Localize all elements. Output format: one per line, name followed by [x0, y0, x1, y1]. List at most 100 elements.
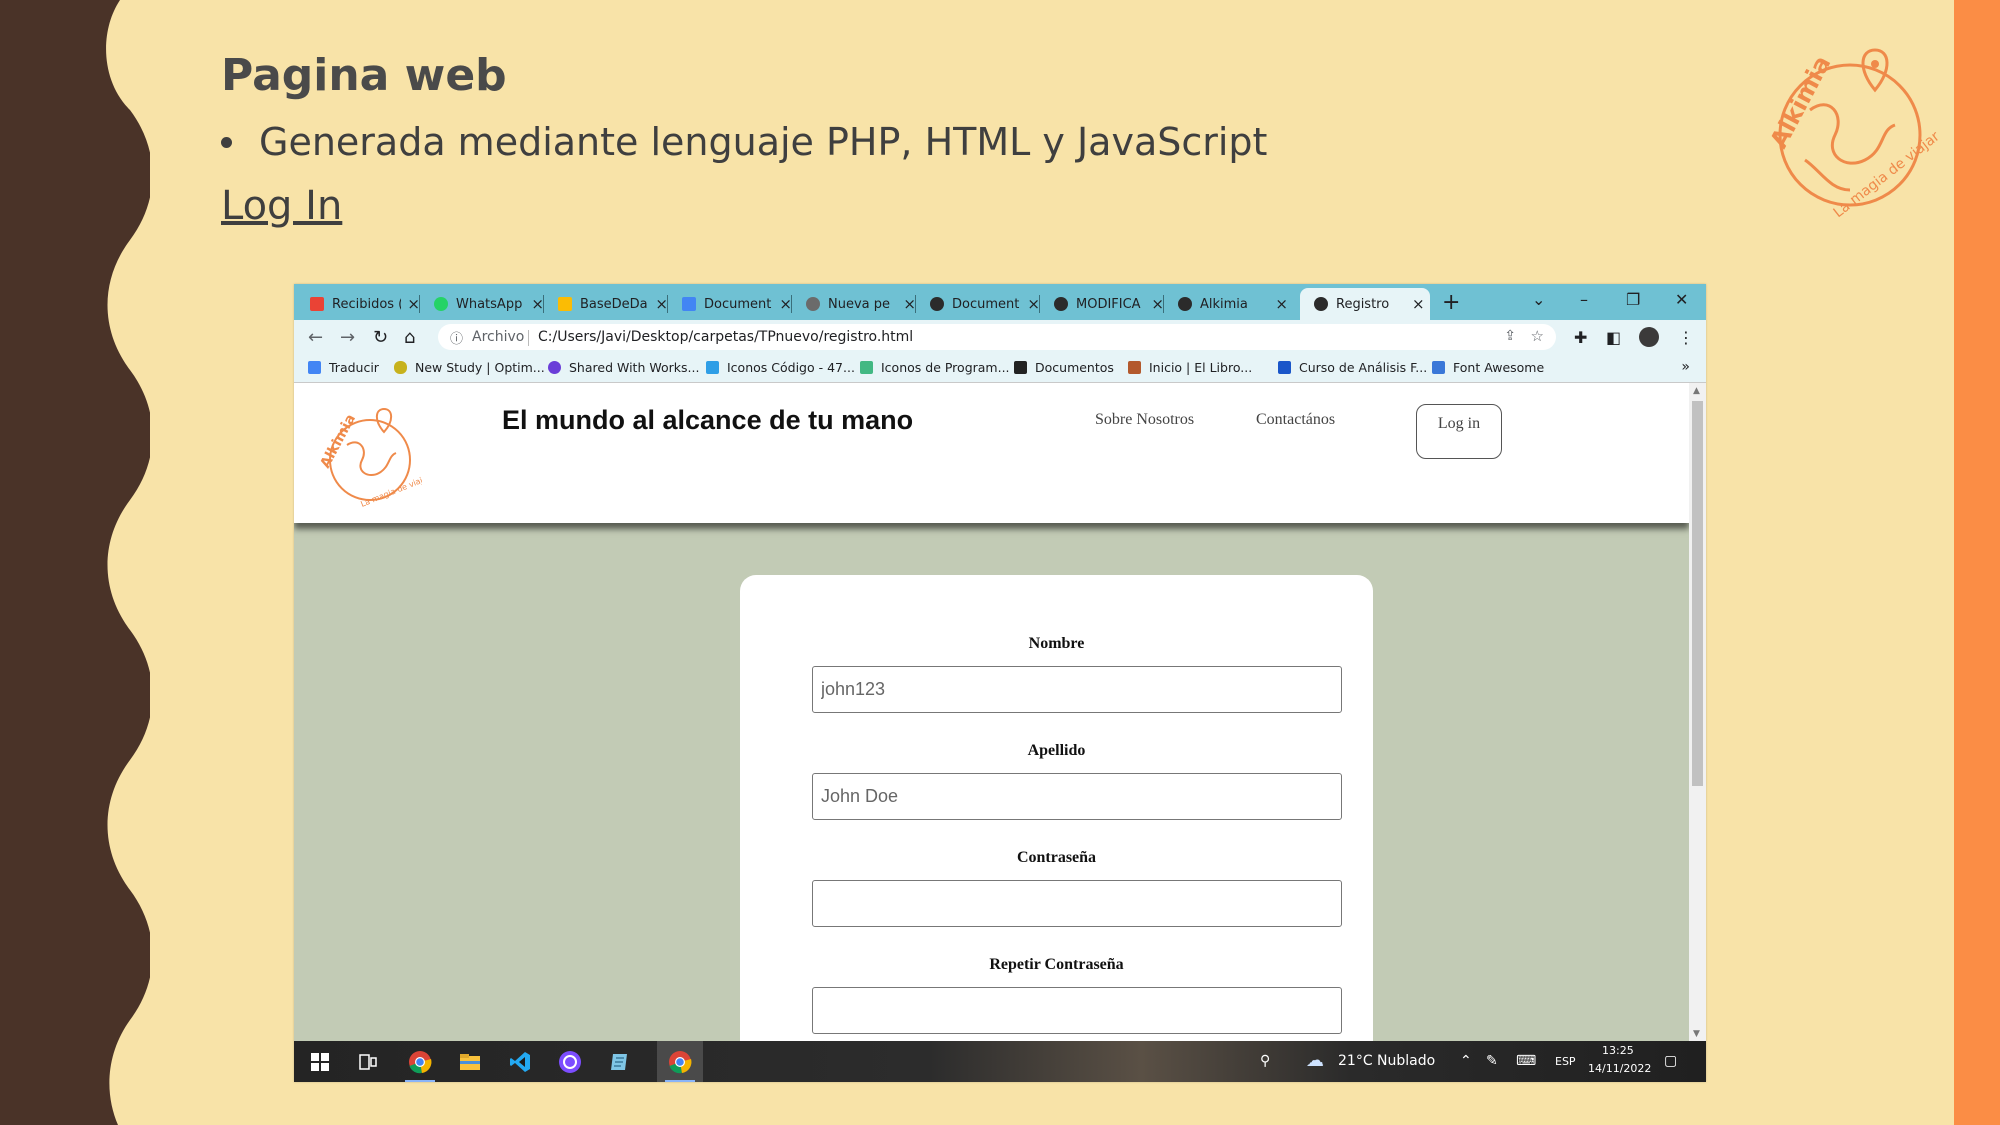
whatsapp-icon — [434, 297, 448, 311]
close-icon[interactable]: × — [1412, 295, 1425, 313]
scroll-up-icon[interactable]: ▲ — [1693, 386, 1700, 396]
info-icon[interactable]: ⓘ — [450, 328, 463, 347]
language-indicator[interactable]: ESP — [1555, 1055, 1576, 1068]
people-icon[interactable]: ⚲ — [1260, 1053, 1270, 1069]
tab-label: Recibidos ( — [332, 296, 402, 312]
more-bookmarks-icon[interactable]: » — [1681, 359, 1690, 375]
tab-nueva-pestana[interactable]: Nueva pe × — [792, 288, 916, 320]
registration-form: Nombre Apellido Contraseña Repetir Contr… — [740, 575, 1373, 1041]
tab-basededatos[interactable]: BaseDeDa × — [544, 288, 668, 320]
tab-modifica[interactable]: MODIFICA × — [1040, 288, 1164, 320]
bookmark-item[interactable]: Iconos de Program... — [860, 360, 1010, 375]
corner-logo-text: Alkimia — [1765, 51, 1837, 153]
chrome-profile-icon — [669, 1051, 692, 1074]
profile-avatar[interactable] — [1639, 327, 1659, 347]
tab-search-chevron-icon[interactable]: ⌄ — [1532, 290, 1545, 309]
tab-whatsapp[interactable]: WhatsApp × — [420, 288, 544, 320]
course-icon — [1278, 361, 1291, 374]
active-chrome-window[interactable] — [657, 1041, 703, 1082]
scroll-thumb[interactable] — [1692, 401, 1703, 786]
cloud-icon: ☁ — [1306, 1050, 1324, 1071]
apellido-input[interactable] — [812, 773, 1342, 820]
tab-alkimia[interactable]: Alkimia × — [1164, 288, 1288, 320]
nombre-input[interactable] — [812, 666, 1342, 713]
menu-kebab-icon[interactable]: ⋮ — [1678, 328, 1694, 347]
password-input[interactable] — [812, 880, 1342, 927]
side-panel-icon[interactable]: ◧ — [1606, 328, 1621, 347]
chevron-up-icon[interactable]: ⌃ — [1460, 1053, 1472, 1069]
tab-label: Nueva pe — [828, 296, 891, 312]
pen-icon[interactable]: ✎ — [1486, 1053, 1498, 1069]
study-icon — [394, 361, 407, 374]
notepad-icon[interactable] — [608, 1050, 632, 1074]
bookmark-item[interactable]: Shared With Works... — [548, 360, 699, 375]
documents-icon — [1014, 361, 1027, 374]
bookmarks-bar: Traducir New Study | Optim... Shared Wit… — [294, 354, 1706, 383]
workspace-icon — [548, 361, 561, 374]
close-window-icon[interactable]: ✕ — [1675, 290, 1688, 309]
globe-icon — [1054, 297, 1068, 311]
security-label: Archivo — [472, 329, 525, 345]
home-icon[interactable]: ⌂ — [404, 327, 415, 348]
bookmark-item[interactable]: Documentos — [1014, 360, 1114, 375]
forward-icon[interactable]: → — [340, 327, 355, 348]
page-scrollbar[interactable]: ▲ ▼ — [1689, 383, 1706, 1041]
tab-label: MODIFICA — [1076, 296, 1141, 312]
address-bar[interactable]: ⓘ Archivo C:/Users/Javi/Desktop/carpetas… — [438, 324, 1556, 350]
bookmark-item[interactable]: New Study | Optim... — [394, 360, 545, 375]
tab-strip: Recibidos ( × WhatsApp × BaseDeDa × Docu… — [294, 284, 1706, 320]
login-link[interactable]: Log In — [221, 183, 342, 229]
vscode-icon[interactable] — [508, 1050, 532, 1074]
nombre-label: Nombre — [1028, 635, 1085, 652]
bookmark-item[interactable]: Inicio | El Libro... — [1128, 360, 1252, 375]
windows-start-icon[interactable] — [308, 1050, 332, 1074]
browser-toolbar: ← → ↻ ⌂ ⓘ Archivo C:/Users/Javi/Desktop/… — [294, 320, 1706, 354]
task-view-icon[interactable] — [356, 1050, 380, 1074]
share-icon[interactable]: ⇪ — [1504, 328, 1516, 344]
globe-icon — [1178, 297, 1192, 311]
file-explorer-icon[interactable] — [458, 1050, 482, 1074]
tab-gmail[interactable]: Recibidos ( × — [296, 288, 420, 320]
site-logo[interactable]: Alkimia La magia de viajar — [312, 405, 422, 510]
tab-document-docs[interactable]: Document × — [668, 288, 792, 320]
bookmark-star-icon[interactable]: ☆ — [1531, 327, 1544, 345]
back-icon[interactable]: ← — [308, 327, 323, 348]
reload-icon[interactable]: ↻ — [373, 327, 388, 348]
minimize-icon[interactable]: – — [1580, 290, 1588, 309]
bullet-dot — [221, 136, 232, 148]
url-text[interactable]: C:/Users/Javi/Desktop/carpetas/TPnuevo/r… — [538, 329, 913, 345]
alkimia-logo: Alkimia La magia de viajar — [1765, 48, 1943, 221]
nav-contactanos[interactable]: Contactános — [1256, 411, 1335, 429]
globe-icon — [930, 297, 944, 311]
bookmark-item[interactable]: Traducir — [308, 360, 379, 375]
corner-logo-tagline: La magia de viajar — [1831, 128, 1943, 221]
new-tab-icon[interactable]: + — [1442, 290, 1460, 315]
bookmark-item[interactable]: Iconos Código - 47... — [706, 360, 855, 375]
nav-sobre-nosotros[interactable]: Sobre Nosotros — [1095, 411, 1194, 429]
weather-text[interactable]: 21°C Nublado — [1338, 1053, 1435, 1069]
flag-icon — [1432, 361, 1445, 374]
clock-date[interactable]: 14/11/2022 — [1588, 1062, 1651, 1075]
restore-icon[interactable]: ❐ — [1626, 290, 1640, 309]
gmail-icon — [310, 297, 324, 311]
login-button[interactable]: Log in — [1416, 404, 1502, 459]
tab-label: Document — [704, 296, 772, 312]
repeat-password-input[interactable] — [812, 987, 1342, 1034]
github-desktop-icon[interactable] — [558, 1050, 582, 1074]
translate-icon — [308, 361, 321, 374]
clock-time[interactable]: 13:25 — [1602, 1044, 1634, 1057]
extensions-icon[interactable]: ✚ — [1574, 328, 1587, 347]
chrome-taskbar-icon[interactable] — [408, 1050, 432, 1074]
site-title: El mundo al alcance de tu mano — [502, 405, 914, 435]
bookmark-item[interactable]: Font Awesome — [1432, 360, 1544, 375]
scroll-down-icon[interactable]: ▼ — [1693, 1029, 1700, 1039]
bookmark-item[interactable]: Curso de Análisis F... — [1278, 360, 1427, 375]
close-icon[interactable]: × — [1275, 295, 1288, 313]
keyboard-icon[interactable]: ⌨ — [1516, 1053, 1536, 1069]
tab-document[interactable]: Document × — [916, 288, 1040, 320]
drive-icon — [558, 297, 572, 311]
tab-label: Alkimia — [1200, 296, 1248, 312]
tab-registro[interactable]: Registro × — [1300, 288, 1430, 320]
notification-icon[interactable]: ▢ — [1664, 1053, 1677, 1069]
chrome-icon — [806, 297, 820, 311]
